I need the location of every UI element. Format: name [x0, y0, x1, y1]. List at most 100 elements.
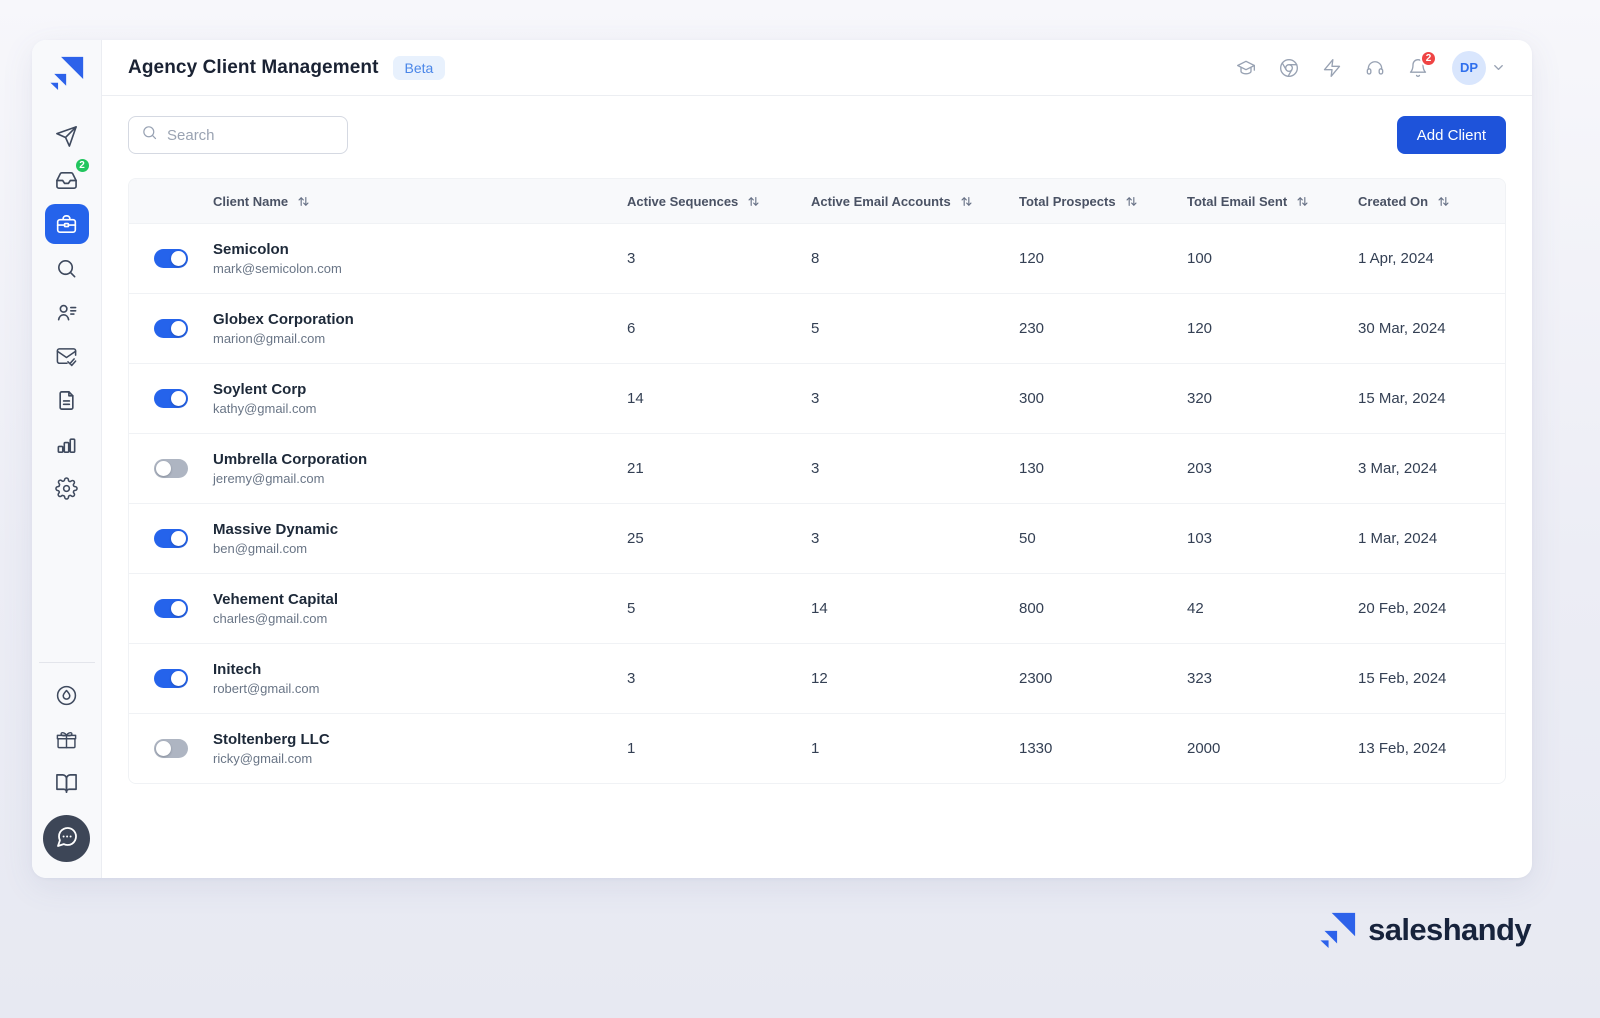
sidebar-item-bar-chart[interactable] [45, 424, 89, 464]
total-email-sent-value: 120 [1187, 320, 1358, 337]
inbox-count-badge: 2 [74, 157, 91, 174]
send-icon [55, 125, 78, 148]
client-toggle[interactable] [154, 319, 188, 338]
created-on-value: 13 Feb, 2024 [1358, 740, 1505, 757]
clients-table: Client NameActive SequencesActive Email … [128, 178, 1506, 784]
sidebar-item-settings[interactable] [45, 468, 89, 508]
created-on-value: 15 Mar, 2024 [1358, 390, 1505, 407]
total-email-sent-value: 2000 [1187, 740, 1358, 757]
bell-icon[interactable]: 2 [1407, 57, 1429, 79]
created-on-value: 20 Feb, 2024 [1358, 600, 1505, 617]
bar-chart-icon [55, 433, 78, 456]
add-client-button[interactable]: Add Client [1397, 116, 1506, 154]
client-toggle[interactable] [154, 669, 188, 688]
client-name[interactable]: Umbrella Corporation [213, 451, 627, 468]
column-header-3[interactable]: Total Prospects [1019, 194, 1187, 209]
column-header-4[interactable]: Total Email Sent [1187, 194, 1358, 209]
client-toggle[interactable] [154, 249, 188, 268]
client-name[interactable]: Massive Dynamic [213, 521, 627, 538]
headset-icon[interactable] [1364, 57, 1386, 79]
client-email: ricky@gmail.com [213, 751, 627, 766]
client-email: kathy@gmail.com [213, 401, 627, 416]
inbox-icon [55, 169, 78, 192]
client-toggle[interactable] [154, 389, 188, 408]
avatar[interactable]: DP [1452, 51, 1486, 85]
sidebar-item-briefcase[interactable] [45, 204, 89, 244]
toolbar: Add Client [128, 116, 1506, 154]
active-email-accounts-value: 3 [811, 460, 1019, 477]
client-toggle[interactable] [154, 599, 188, 618]
sidebar-nav: 2 [45, 116, 89, 508]
sidebar-item-search[interactable] [45, 248, 89, 288]
client-name[interactable]: Semicolon [213, 241, 627, 258]
total-prospects-value: 1330 [1019, 740, 1187, 757]
client-name[interactable]: Initech [213, 661, 627, 678]
client-name[interactable]: Globex Corporation [213, 311, 627, 328]
client-toggle[interactable] [154, 529, 188, 548]
created-on-value: 15 Feb, 2024 [1358, 670, 1505, 687]
total-email-sent-value: 323 [1187, 670, 1358, 687]
table-row: Soylent Corp kathy@gmail.com 14 3 300 32… [129, 363, 1505, 433]
sidebar-item-contacts[interactable] [45, 292, 89, 332]
sort-icon [297, 195, 310, 208]
table-row: Initech robert@gmail.com 3 12 2300 323 1… [129, 643, 1505, 713]
saleshandy-logo-icon [50, 56, 84, 90]
sidebar-item-send[interactable] [45, 116, 89, 156]
column-header-1[interactable]: Active Sequences [627, 194, 811, 209]
total-prospects-value: 800 [1019, 600, 1187, 617]
profile-menu-button[interactable] [1491, 60, 1506, 75]
active-email-accounts-value: 12 [811, 670, 1019, 687]
sidebar-item-document[interactable] [45, 380, 89, 420]
table-row: Globex Corporation marion@gmail.com 6 5 … [129, 293, 1505, 363]
active-sequences-value: 14 [627, 390, 811, 407]
footer-brand: saleshandy [1320, 912, 1531, 948]
total-prospects-value: 2300 [1019, 670, 1187, 687]
table-body: Semicolon mark@semicolon.com 3 8 120 100… [129, 223, 1505, 783]
client-name[interactable]: Vehement Capital [213, 591, 627, 608]
chevron-down-icon [1491, 60, 1506, 75]
active-email-accounts-value: 5 [811, 320, 1019, 337]
graduation-cap-icon[interactable] [1235, 57, 1257, 79]
created-on-value: 1 Apr, 2024 [1358, 250, 1505, 267]
search-box[interactable] [128, 116, 348, 154]
chat-icon [55, 825, 79, 852]
client-email: marion@gmail.com [213, 331, 627, 346]
sidebar: 2 [32, 40, 102, 878]
column-header-5[interactable]: Created On [1358, 194, 1505, 209]
chat-button[interactable] [43, 815, 90, 862]
column-header-2[interactable]: Active Email Accounts [811, 194, 1019, 209]
total-prospects-value: 230 [1019, 320, 1187, 337]
settings-icon [55, 477, 78, 500]
total-prospects-value: 300 [1019, 390, 1187, 407]
active-email-accounts-value: 14 [811, 600, 1019, 617]
mail-check-icon [55, 345, 78, 368]
sidebar-item-inbox[interactable]: 2 [45, 160, 89, 200]
sort-icon [1437, 195, 1450, 208]
created-on-value: 1 Mar, 2024 [1358, 530, 1505, 547]
sidebar-item-flame[interactable] [45, 675, 89, 715]
sidebar-item-book[interactable] [45, 763, 89, 803]
total-email-sent-value: 320 [1187, 390, 1358, 407]
total-email-sent-value: 42 [1187, 600, 1358, 617]
sidebar-item-mail-check[interactable] [45, 336, 89, 376]
total-email-sent-value: 203 [1187, 460, 1358, 477]
lightning-icon[interactable] [1321, 57, 1343, 79]
table-row: Massive Dynamic ben@gmail.com 25 3 50 10… [129, 503, 1505, 573]
column-header-0[interactable]: Client Name [213, 194, 627, 209]
active-sequences-value: 1 [627, 740, 811, 757]
client-toggle[interactable] [154, 459, 188, 478]
content: Add Client Client NameActive SequencesAc… [102, 96, 1532, 784]
sort-icon [1125, 195, 1138, 208]
chrome-icon[interactable] [1278, 57, 1300, 79]
active-sequences-value: 5 [627, 600, 811, 617]
search-input[interactable] [167, 127, 366, 144]
client-name[interactable]: Stoltenberg LLC [213, 731, 627, 748]
table-row: Semicolon mark@semicolon.com 3 8 120 100… [129, 223, 1505, 293]
active-sequences-value: 3 [627, 250, 811, 267]
sort-icon [747, 195, 760, 208]
sidebar-divider [39, 662, 95, 663]
sidebar-item-gift[interactable] [45, 719, 89, 759]
client-toggle[interactable] [154, 739, 188, 758]
gift-icon [55, 728, 78, 751]
client-name[interactable]: Soylent Corp [213, 381, 627, 398]
